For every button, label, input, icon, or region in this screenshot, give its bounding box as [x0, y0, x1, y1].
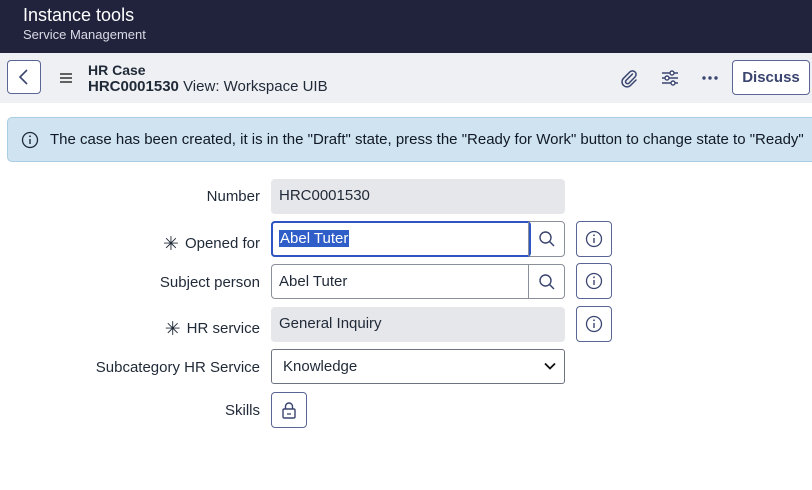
skills-unlock-button[interactable]	[271, 392, 307, 428]
chevron-left-icon	[18, 69, 28, 85]
subject-person-info-button[interactable]	[576, 263, 612, 299]
number-label: Number	[206, 188, 260, 205]
opened-for-lookup-button[interactable]	[528, 222, 564, 256]
opened-for-value: Abel Tuter	[279, 230, 350, 247]
attachment-button[interactable]	[617, 66, 641, 90]
required-icon: ✳	[163, 234, 179, 255]
subject-person-label: Subject person	[159, 274, 260, 291]
subject-person-lookup-button[interactable]	[528, 265, 564, 298]
required-icon: ✳	[164, 319, 181, 340]
subcategory-label: Subcategory HR Service	[95, 359, 260, 376]
opened-for-info-button[interactable]	[576, 221, 612, 257]
hr-service-field: General Inquiry	[271, 307, 565, 342]
search-icon	[538, 231, 555, 247]
skills-label: Skills	[224, 402, 260, 419]
paperclip-icon	[621, 70, 637, 88]
chevron-down-icon	[544, 362, 556, 370]
subcategory-select[interactable]: Knowledge	[271, 349, 565, 384]
hr-service-value: General Inquiry	[279, 315, 382, 332]
info-icon	[585, 272, 603, 290]
subcategory-value: Knowledge	[283, 358, 358, 375]
opened-for-label: ✳ Opened for	[163, 234, 260, 255]
hr-service-label: ✳ HR service	[164, 319, 260, 340]
record-header: HR Case HRC0001530 View: Workspace UIB D…	[0, 53, 812, 103]
app-topbar: Instance tools Service Management	[0, 0, 812, 53]
info-icon	[585, 315, 603, 333]
banner-message: The case has been created, it is in the …	[50, 131, 804, 148]
number-field: HRC0001530	[271, 179, 565, 214]
opened-for-input[interactable]: Abel Tuter	[271, 221, 565, 257]
number-value: HRC0001530	[279, 187, 370, 204]
record-type: HR Case	[88, 62, 146, 78]
record-title-line: HRC0001530 View: Workspace UIB	[88, 78, 328, 95]
search-icon	[538, 273, 555, 290]
app-subtitle: Service Management	[23, 27, 146, 42]
back-button[interactable]	[7, 60, 41, 94]
hamburger-icon	[60, 73, 72, 83]
info-banner: The case has been created, it is in the …	[7, 117, 812, 162]
discuss-button[interactable]: Discuss	[732, 60, 810, 95]
more-button[interactable]	[698, 66, 722, 90]
hr-service-info-button[interactable]	[576, 306, 612, 342]
settings-button[interactable]	[658, 66, 682, 90]
record-number: HRC0001530	[88, 78, 179, 95]
menu-button[interactable]	[55, 67, 77, 89]
more-icon	[702, 76, 718, 80]
sliders-icon	[662, 70, 678, 86]
app-title: Instance tools	[23, 5, 135, 25]
opened-for-focus-ring[interactable]: Abel Tuter	[271, 221, 531, 257]
subject-person-value: Abel Tuter	[279, 273, 348, 290]
info-icon	[585, 230, 603, 248]
lock-icon	[282, 402, 296, 419]
view-label: View: Workspace UIB	[183, 78, 328, 95]
info-icon	[21, 131, 39, 149]
subject-person-input[interactable]: Abel Tuter	[271, 264, 565, 299]
